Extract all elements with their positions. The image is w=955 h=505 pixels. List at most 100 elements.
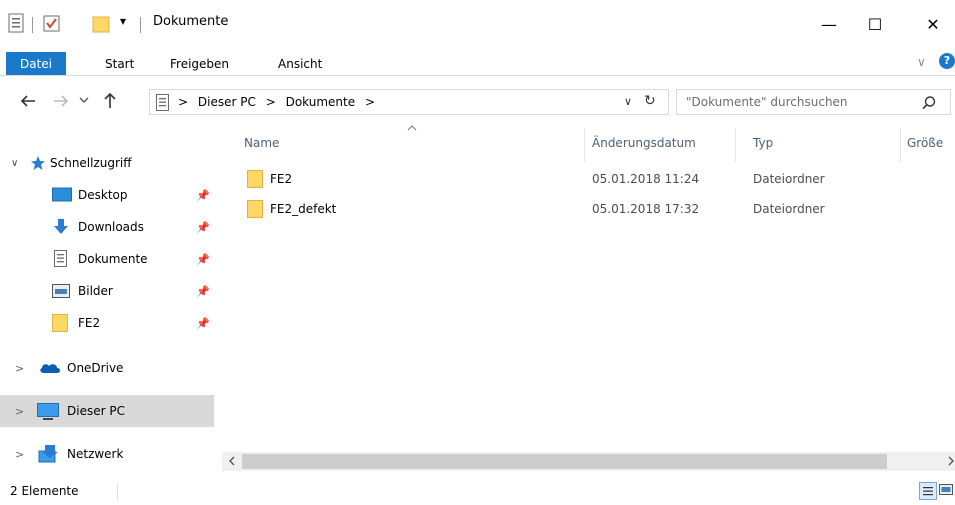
sidebar-item-fe2[interactable]: FE2 📌 [0, 307, 214, 339]
folder-icon [52, 314, 68, 332]
horizontal-scrollbar[interactable] [222, 452, 955, 471]
status-bar: 2 Elemente [0, 478, 955, 505]
column-divider[interactable] [735, 128, 736, 162]
tab-freigeben[interactable]: Freigeben [170, 57, 229, 71]
table-row[interactable]: FE2 05.01.2018 11:24 Dateiordner [232, 168, 922, 190]
toolbar-separator [140, 17, 141, 33]
sidebar-item-onedrive[interactable]: > OneDrive [0, 352, 214, 384]
sidebar-item-bilder[interactable]: Bilder 📌 [0, 275, 214, 307]
tab-start[interactable]: Start [105, 57, 134, 71]
column-header-name[interactable]: Name [244, 136, 279, 150]
properties-icon[interactable] [8, 13, 24, 33]
pin-icon[interactable]: 📌 [196, 285, 210, 298]
sidebar-item-label: Bilder [78, 284, 113, 298]
folder-icon [247, 170, 263, 188]
ribbon-tabs: Datei Start Freigeben Ansicht ∨ ? [0, 48, 955, 76]
column-divider[interactable] [584, 128, 585, 162]
title-bar: ▾ Dokumente — ☐ ✕ [0, 0, 955, 48]
sidebar-item-netzwerk[interactable]: > Netzwerk [0, 438, 214, 470]
sidebar-item-label: Downloads [78, 220, 144, 234]
column-header-size[interactable]: Größe [907, 136, 943, 150]
network-icon [37, 444, 59, 464]
pin-icon[interactable]: 📌 [196, 317, 210, 330]
close-button[interactable]: ✕ [910, 0, 955, 48]
item-count: 2 Elemente [10, 484, 79, 498]
breadcrumb-dokumente[interactable]: Dokumente [286, 95, 356, 109]
sidebar-item-desktop[interactable]: Desktop 📌 [0, 179, 214, 211]
chevron-right-icon[interactable]: > [15, 448, 24, 461]
file-name: FE2_defekt [270, 202, 337, 216]
large-icons-view-icon[interactable] [939, 483, 953, 497]
maximize-button[interactable]: ☐ [852, 0, 898, 48]
column-divider[interactable] [900, 128, 901, 162]
sidebar-item-label: Dieser PC [67, 404, 125, 418]
sidebar-item-label: Schnellzugriff [50, 156, 132, 170]
navigation-pane: ∨ Schnellzugriff Desktop 📌 Downloads 📌 D… [0, 122, 222, 478]
search-box[interactable]: "Dokumente" durchsuchen [676, 89, 951, 115]
checkmark-icon[interactable] [43, 15, 60, 32]
tab-ansicht[interactable]: Ansicht [278, 57, 322, 71]
table-row[interactable]: FE2_defekt 05.01.2018 17:32 Dateiordner [232, 198, 922, 220]
cloud-icon [39, 362, 61, 374]
status-divider [117, 484, 118, 500]
window-title: Dokumente [153, 14, 229, 29]
scroll-left-icon[interactable] [228, 456, 236, 466]
help-icon[interactable]: ? [939, 53, 955, 69]
quick-access-dropdown-icon[interactable]: ▾ [120, 14, 126, 28]
file-type: Dateiordner [753, 172, 825, 186]
navigation-bar: > Dieser PC > Dokumente > ∨ ↻ "Dokumente… [0, 82, 955, 122]
pin-icon[interactable]: 📌 [196, 189, 210, 202]
column-header-type[interactable]: Typ [753, 136, 773, 150]
file-modified: 05.01.2018 11:24 [592, 172, 700, 186]
minimize-button[interactable]: — [806, 0, 852, 48]
computer-icon [37, 403, 59, 421]
sidebar-item-label: Dokumente [78, 252, 148, 266]
chevron-down-icon[interactable]: ∨ [11, 158, 18, 169]
pin-icon[interactable]: 📌 [196, 253, 210, 266]
file-modified: 05.01.2018 17:32 [592, 202, 700, 216]
chevron-right-icon[interactable]: > [15, 405, 24, 418]
new-folder-icon[interactable] [92, 15, 110, 33]
sidebar-item-dieser-pc[interactable]: > Dieser PC [0, 395, 214, 427]
breadcrumb: > Dieser PC > Dokumente > [178, 95, 375, 109]
breadcrumb-separator[interactable]: > [365, 95, 375, 109]
file-type: Dateiordner [753, 202, 825, 216]
breadcrumb-separator[interactable]: > [266, 95, 276, 109]
address-bar[interactable]: > Dieser PC > Dokumente > ∨ ↻ [149, 89, 669, 115]
folder-icon [247, 200, 263, 218]
toolbar-separator [32, 17, 33, 33]
search-input[interactable]: "Dokumente" durchsuchen [686, 95, 848, 109]
search-icon[interactable] [922, 96, 936, 110]
sidebar-item-dokumente[interactable]: Dokumente 📌 [0, 243, 214, 275]
chevron-right-icon[interactable]: > [15, 362, 24, 375]
up-arrow-icon[interactable] [103, 92, 117, 109]
document-icon [54, 250, 67, 267]
recent-locations-chevron-icon[interactable] [79, 95, 89, 105]
sort-ascending-icon [407, 125, 417, 131]
tab-datei[interactable]: Datei [6, 52, 66, 75]
download-arrow-icon [52, 218, 70, 236]
star-icon [30, 155, 46, 171]
desktop-icon [52, 187, 72, 203]
forward-arrow-icon[interactable] [53, 94, 69, 108]
expand-ribbon-icon[interactable]: ∨ [917, 55, 926, 69]
sidebar-item-downloads[interactable]: Downloads 📌 [0, 211, 214, 243]
breadcrumb-dieser-pc[interactable]: Dieser PC [198, 95, 256, 109]
details-view-icon[interactable] [919, 482, 937, 500]
breadcrumb-separator[interactable]: > [178, 95, 188, 109]
pictures-icon [52, 284, 70, 298]
pin-icon[interactable]: 📌 [196, 221, 210, 234]
back-arrow-icon[interactable] [20, 94, 36, 108]
file-name: FE2 [270, 172, 293, 186]
refresh-icon[interactable]: ↻ [644, 93, 656, 109]
sidebar-item-label: FE2 [78, 316, 101, 330]
scroll-right-icon[interactable] [947, 456, 955, 466]
sidebar-item-label: Desktop [78, 188, 128, 202]
address-dropdown-icon[interactable]: ∨ [624, 95, 632, 108]
sidebar-item-schnellzugriff[interactable]: ∨ Schnellzugriff [0, 147, 214, 179]
scrollbar-thumb[interactable] [242, 454, 887, 469]
sidebar-item-label: OneDrive [67, 361, 124, 375]
document-icon [156, 94, 169, 111]
column-header-date[interactable]: Änderungsdatum [592, 136, 696, 150]
sidebar-item-label: Netzwerk [67, 447, 124, 461]
